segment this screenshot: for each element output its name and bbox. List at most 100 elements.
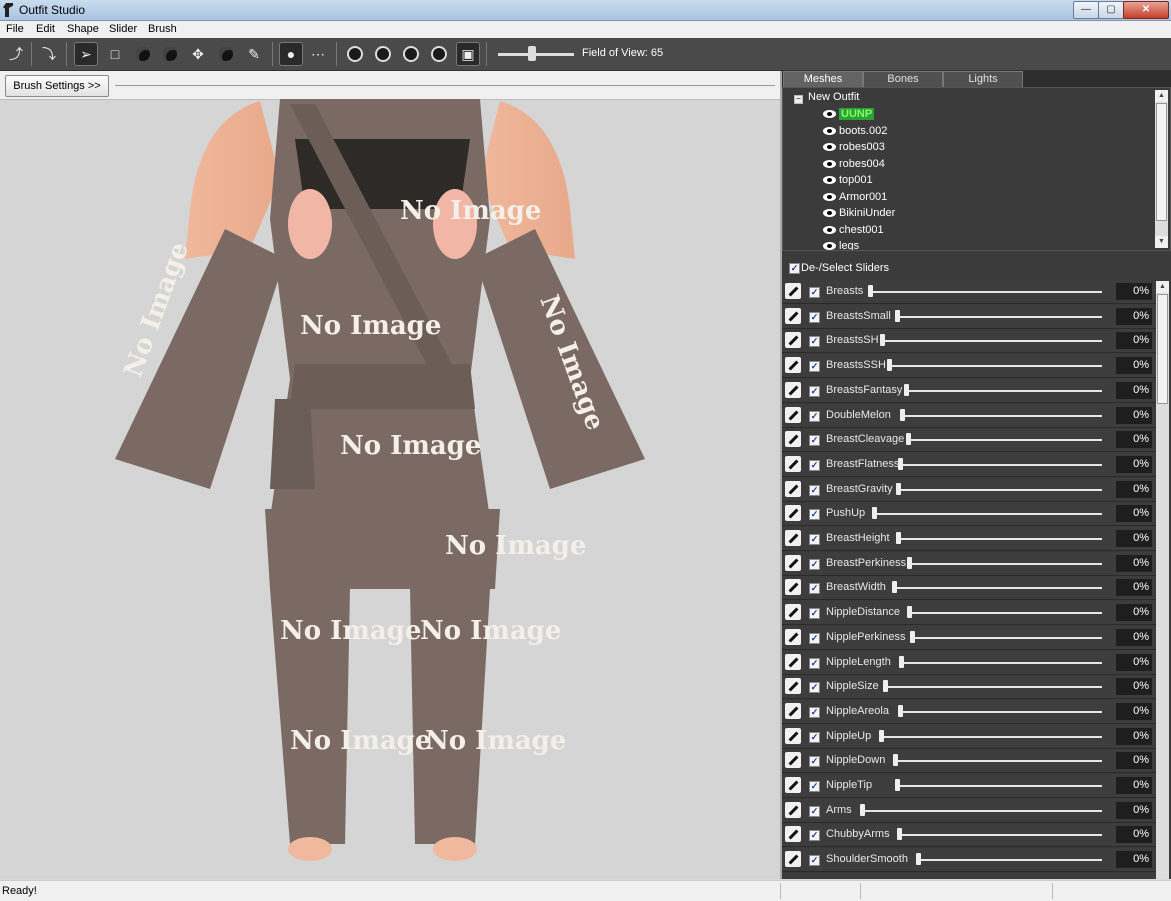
tree-scrollbar[interactable]: ▲ ▼ (1155, 90, 1168, 248)
tree-item-bikiniunder[interactable]: BikiniUnder (823, 205, 895, 220)
slider-checkbox[interactable]: ✓ (809, 830, 820, 842)
slider-value-field[interactable]: 0% (1116, 307, 1152, 325)
slider-checkbox[interactable]: ✓ (809, 657, 820, 669)
slider-knob[interactable] (887, 359, 892, 372)
slider-knob[interactable] (883, 680, 888, 693)
slider-track[interactable] (881, 735, 1102, 738)
select-brush-icon[interactable]: ➢ (74, 42, 98, 66)
select-all-sliders-checkbox[interactable]: ✓ (789, 263, 800, 274)
slider-knob[interactable] (893, 754, 898, 767)
slider-knob[interactable] (916, 853, 921, 866)
slider-checkbox[interactable]: ✓ (809, 756, 820, 768)
edit-slider-pencil-icon[interactable] (785, 801, 801, 818)
eye-icon[interactable] (823, 175, 836, 184)
eye-icon[interactable] (823, 109, 836, 118)
slider-checkbox[interactable]: ✓ (809, 608, 820, 620)
slider-value-field[interactable]: 0% (1116, 332, 1152, 350)
slider-checkbox[interactable]: ✓ (809, 361, 820, 373)
smooth-brush-icon[interactable] (215, 43, 237, 65)
edit-slider-pencil-icon[interactable] (785, 702, 801, 719)
slider-track[interactable] (918, 859, 1102, 862)
edit-slider-pencil-icon[interactable] (785, 604, 801, 621)
slider-track[interactable] (897, 315, 1102, 318)
load-reference-icon[interactable]: ⤴ (5, 43, 27, 65)
slider-value-field[interactable]: 0% (1116, 406, 1152, 424)
slider-checkbox[interactable]: ✓ (809, 781, 820, 792)
slider-value-field[interactable]: 0% (1116, 381, 1152, 399)
slider-checkbox[interactable]: ✓ (809, 287, 820, 298)
eye-icon[interactable] (823, 159, 836, 168)
menu-brush[interactable]: Brush (148, 23, 177, 35)
slider-knob[interactable] (904, 383, 909, 396)
eye-icon[interactable] (823, 142, 836, 151)
tab-lights[interactable]: Lights (943, 71, 1023, 88)
edit-slider-pencil-icon[interactable] (785, 653, 801, 670)
slider-value-field[interactable]: 0% (1116, 505, 1152, 523)
slider-track[interactable] (870, 291, 1102, 293)
slider-track[interactable] (897, 785, 1102, 787)
close-button[interactable]: ✕ (1123, 1, 1169, 19)
eye-icon[interactable] (823, 208, 836, 217)
slider-checkbox[interactable]: ✓ (809, 459, 820, 471)
slider-value-field[interactable]: 0% (1116, 801, 1152, 819)
slider-value-field[interactable]: 0% (1116, 604, 1152, 622)
scroll-up-icon[interactable]: ▲ (1155, 90, 1168, 102)
slider-track[interactable] (906, 389, 1102, 392)
slider-knob[interactable] (860, 803, 865, 816)
slider-checkbox[interactable]: ✓ (809, 706, 820, 718)
field-of-view-slider-track[interactable] (498, 53, 574, 56)
edit-slider-pencil-icon[interactable] (785, 406, 801, 423)
slider-track[interactable] (908, 439, 1102, 442)
slider-checkbox[interactable]: ✓ (809, 336, 820, 348)
slider-value-field[interactable]: 0% (1116, 480, 1152, 498)
slider-track[interactable] (899, 834, 1102, 837)
tree-item-legs[interactable]: legs (823, 238, 859, 250)
mask-brush-icon[interactable]: □ (104, 43, 126, 65)
slider-knob[interactable] (868, 285, 873, 297)
edit-slider-pencil-icon[interactable] (785, 579, 801, 596)
menu-edit[interactable]: Edit (36, 23, 55, 35)
slider-track[interactable] (909, 562, 1102, 565)
tree-item-robes004[interactable]: robes004 (823, 156, 885, 171)
slider-value-field[interactable]: 0% (1116, 678, 1152, 696)
slider-value-field[interactable]: 0% (1116, 851, 1152, 869)
tree-item-chest001[interactable]: chest001 (823, 222, 884, 237)
slider-checkbox[interactable]: ✓ (809, 855, 820, 867)
eye-icon[interactable] (823, 126, 836, 135)
slider-value-field[interactable]: 0% (1116, 826, 1152, 844)
slider-track[interactable] (894, 587, 1102, 590)
viewport-3d[interactable]: Brush Settings >> No Image No Image No I… (0, 71, 780, 879)
tree-item-top001[interactable]: top001 (823, 172, 873, 187)
minimize-button[interactable]: — (1073, 1, 1099, 19)
slider-checkbox[interactable]: ✓ (809, 534, 820, 545)
load-outfit-icon[interactable]: ⤵ (38, 43, 60, 65)
edit-slider-pencil-icon[interactable] (785, 505, 801, 522)
slider-knob[interactable] (900, 408, 905, 421)
slider-knob[interactable] (907, 556, 912, 569)
slider-knob[interactable] (906, 433, 911, 446)
slider-track[interactable] (900, 710, 1102, 713)
slider-knob[interactable] (898, 457, 903, 470)
slider-track[interactable] (895, 760, 1102, 763)
edit-slider-pencil-icon[interactable] (785, 678, 801, 695)
slider-checkbox[interactable]: ✓ (809, 583, 820, 595)
slider-track[interactable] (900, 463, 1102, 466)
edit-slider-pencil-icon[interactable] (785, 727, 801, 744)
menu-shape[interactable]: Shape (67, 23, 99, 35)
tree-root-label[interactable]: New Outfit (808, 91, 859, 103)
edit-slider-pencil-icon[interactable] (785, 381, 801, 398)
slider-track[interactable] (889, 365, 1102, 368)
slider-checkbox[interactable]: ✓ (809, 484, 820, 496)
edit-slider-pencil-icon[interactable] (785, 826, 801, 843)
slider-knob[interactable] (899, 655, 904, 668)
slider-knob[interactable] (896, 532, 901, 544)
maximize-button[interactable]: ▢ (1098, 1, 1124, 19)
deflate-brush-icon[interactable] (159, 43, 181, 65)
edit-slider-pencil-icon[interactable] (785, 283, 801, 299)
tree-item-boots002[interactable]: boots.002 (823, 123, 887, 138)
slider-checkbox[interactable]: ✓ (809, 731, 820, 743)
slider-value-field[interactable]: 0% (1116, 530, 1152, 547)
tree-item-uunp[interactable]: UUNP (823, 106, 875, 121)
menu-slider[interactable]: Slider (109, 23, 137, 35)
slider-value-field[interactable]: 0% (1116, 579, 1152, 597)
